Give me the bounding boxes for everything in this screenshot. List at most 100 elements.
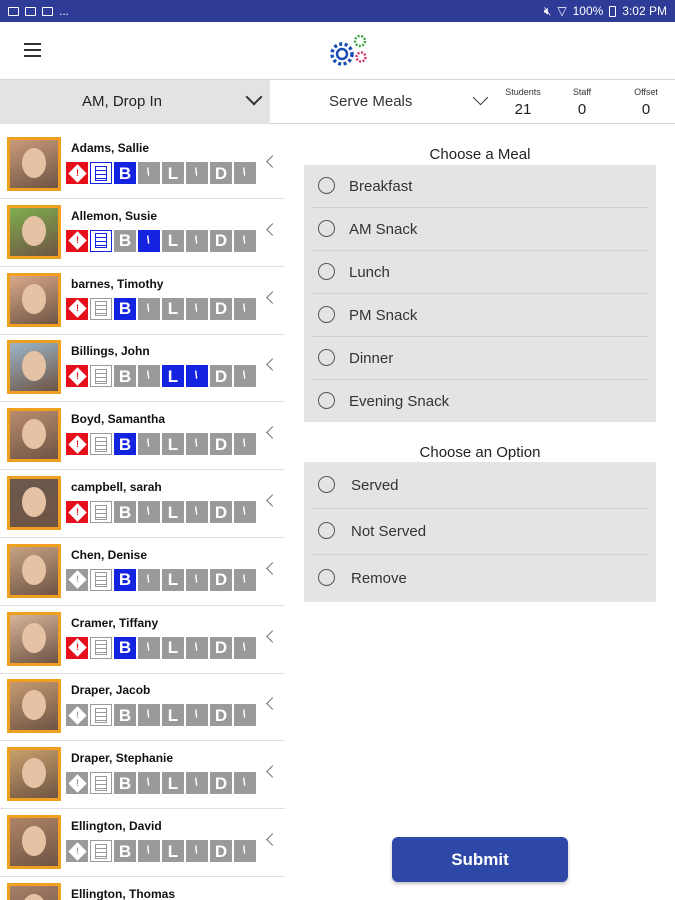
student-row[interactable]: Draper, Jacob! B ∕∕ L ∕∕ D ∕∕	[0, 673, 285, 742]
student-row[interactable]: Allemon, Susie! B ∕∕ L ∕∕ D ∕∕	[0, 199, 285, 267]
students-count: Students 21	[498, 80, 548, 124]
allergy-alert-icon: !	[66, 772, 88, 795]
option-remove[interactable]: Remove	[312, 555, 648, 602]
option-label: Evening Snack	[349, 393, 450, 410]
chevron-left-icon[interactable]	[266, 833, 279, 846]
chevron-left-icon[interactable]	[266, 765, 279, 779]
message-icon	[25, 6, 36, 16]
radio-button[interactable]	[318, 475, 335, 493]
snack-icon: ∕∕	[186, 704, 208, 727]
students-value: 21	[514, 101, 532, 118]
option-dinner[interactable]: Dinner	[312, 337, 648, 380]
meal-badge-l: L	[162, 229, 184, 252]
student-photo	[7, 882, 61, 900]
snack-icon: ∕∕	[138, 840, 160, 862]
meal-badge-d: D	[210, 840, 232, 862]
student-photo	[7, 747, 61, 802]
student-row[interactable]: barnes, Timothy! B ∕∕ L ∕∕ D ∕∕	[0, 267, 285, 335]
chevron-down-icon	[245, 88, 263, 106]
meal-badge-d: D	[210, 297, 232, 320]
option-breakfast[interactable]: Breakfast	[312, 165, 648, 208]
meal-badge-d: D	[210, 772, 232, 795]
student-name: campbell, sarah	[71, 480, 162, 494]
student-row[interactable]: Billings, John! B ∕∕ L ∕∕ D ∕∕	[0, 334, 285, 403]
meal-badges: ! B ∕∕ L ∕∕ D ∕∕	[66, 297, 256, 320]
option-lunch[interactable]: Lunch	[312, 251, 648, 294]
chevron-left-icon[interactable]	[266, 561, 279, 575]
snack-icon: ∕∕	[138, 297, 160, 320]
radio-button[interactable]	[318, 220, 335, 237]
meal-badges: ! B ∕∕ L ∕∕ D ∕∕	[66, 229, 256, 252]
meal-badge-b: B	[114, 772, 136, 795]
action-dropdown[interactable]: Serve Meals	[271, 80, 497, 124]
meal-badges: ! B ∕∕ L ∕∕ D ∕∕	[66, 772, 256, 795]
option-pm-snack[interactable]: PM Snack	[312, 294, 648, 337]
option-label: AM Snack	[349, 221, 418, 238]
wifi-icon: ▽	[557, 4, 567, 18]
radio-button[interactable]	[318, 306, 335, 323]
meal-badges: ! B ∕∕ L ∕∕ D ∕∕	[66, 636, 256, 659]
radio-button[interactable]	[318, 568, 335, 586]
student-row[interactable]: Cramer, Tiffany! B ∕∕ L ∕∕ D ∕∕	[0, 606, 285, 674]
radio-button[interactable]	[318, 177, 335, 194]
meal-badges: ! B ∕∕ L ∕∕ D ∕∕	[66, 840, 256, 862]
student-row[interactable]: campbell, sarah! B ∕∕ L ∕∕ D ∕∕	[0, 470, 285, 538]
snack-icon: ∕∕	[138, 433, 160, 456]
chevron-left-icon[interactable]	[266, 697, 279, 711]
battery-percent: 100%	[572, 4, 604, 18]
chevron-left-icon[interactable]	[266, 155, 279, 168]
hamburger-menu-icon[interactable]	[24, 43, 41, 57]
option-not-served[interactable]: Not Served	[312, 509, 648, 555]
chevron-left-icon[interactable]	[266, 426, 279, 440]
offset-value: 0	[641, 101, 651, 118]
snack-icon: ∕∕	[234, 636, 256, 659]
student-row[interactable]: Ellington, David! B ∕∕ L ∕∕ D ∕∕	[0, 809, 285, 877]
snack-icon: ∕∕	[186, 365, 208, 388]
student-row[interactable]: Draper, Stephanie! B ∕∕ L ∕∕ D ∕∕	[0, 741, 285, 810]
submit-button[interactable]: Submit	[392, 837, 568, 882]
meal-badge-b: B	[114, 568, 136, 591]
student-photo	[7, 137, 61, 191]
student-photo	[7, 272, 61, 327]
radio-button[interactable]	[318, 392, 335, 409]
student-row[interactable]: Boyd, Samantha! B ∕∕ L ∕∕ D ∕∕	[0, 402, 285, 471]
chevron-left-icon[interactable]	[266, 290, 279, 304]
meal-badge-b: B	[114, 433, 136, 456]
option-served[interactable]: Served	[312, 462, 648, 509]
snack-icon: ∕∕	[186, 229, 208, 252]
staff-label: Staff	[572, 87, 592, 97]
chevron-left-icon[interactable]	[266, 494, 279, 507]
choose-option-title: Choose an Option	[419, 444, 541, 461]
student-photo	[7, 679, 61, 734]
radio-button[interactable]	[318, 522, 335, 540]
radio-button[interactable]	[318, 263, 335, 280]
option-evening-snack[interactable]: Evening Snack	[312, 380, 648, 423]
meal-badge-d: D	[210, 229, 232, 252]
option-label: Not Served	[351, 523, 427, 541]
chevron-left-icon[interactable]	[266, 222, 279, 236]
option-am-snack[interactable]: AM Snack	[312, 208, 648, 251]
document-icon	[90, 229, 112, 252]
student-list[interactable]: Adams, Sallie! B ∕∕ L ∕∕ D ∕∕ Allemon, Susie! B ∕…	[0, 131, 290, 900]
snack-icon: ∕∕	[186, 636, 208, 659]
student-name: barnes, Timothy	[71, 276, 164, 291]
student-name: Ellington, David	[71, 819, 162, 833]
session-dropdown[interactable]: AM, Drop In	[0, 80, 270, 124]
chevron-left-icon[interactable]	[266, 629, 279, 643]
student-row[interactable]: Chen, Denise! B ∕∕ L ∕∕ D ∕∕	[0, 538, 285, 606]
allergy-alert-icon: !	[66, 501, 88, 523]
meal-badges: ! B ∕∕ L ∕∕ D ∕∕	[66, 704, 256, 727]
chevron-left-icon[interactable]	[266, 358, 279, 372]
meal-badges: ! B ∕∕ L ∕∕ D ∕∕	[66, 568, 256, 591]
snack-icon: ∕∕	[234, 229, 256, 252]
student-row[interactable]: Adams, Sallie! B ∕∕ L ∕∕ D ∕∕	[0, 131, 285, 199]
allergy-alert-icon: !	[66, 297, 88, 320]
student-row[interactable]: Ellington, Thomas	[0, 877, 285, 900]
option-label: Remove	[351, 569, 407, 587]
document-icon	[90, 704, 112, 727]
allergy-alert-icon: !	[66, 365, 88, 388]
radio-button[interactable]	[318, 349, 335, 366]
offset-label: Offset	[634, 87, 658, 97]
document-icon	[90, 162, 112, 184]
staff-count: Staff 0	[560, 80, 604, 124]
